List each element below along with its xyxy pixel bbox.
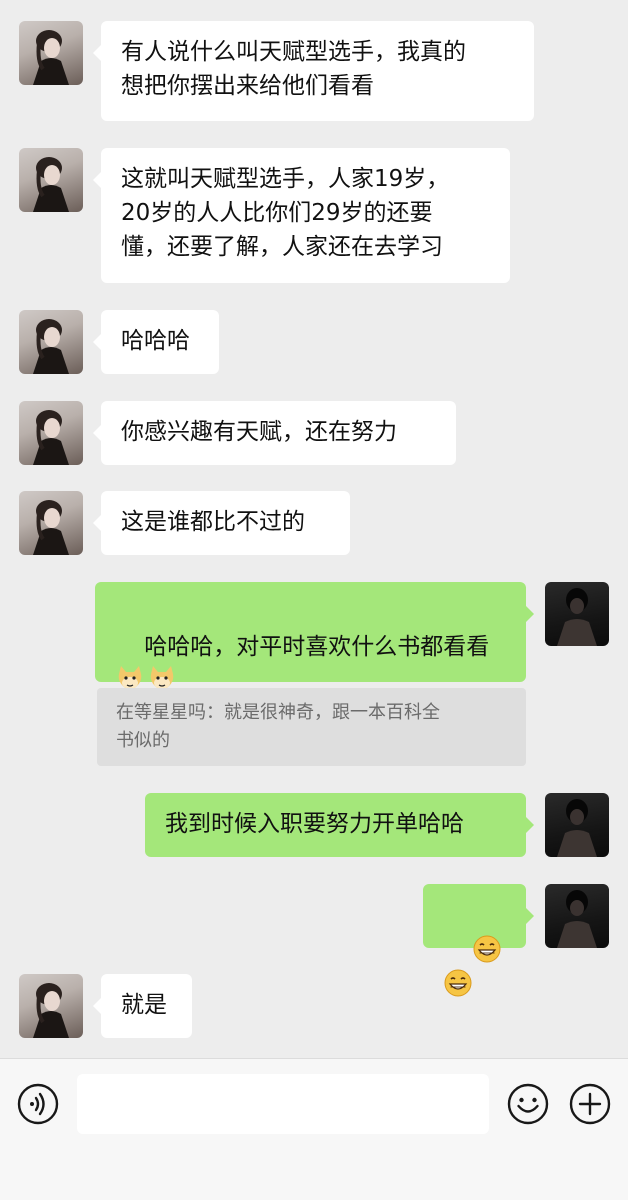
quoted-message[interactable]: 在等星星吗：就是很神奇，跟一本百科全 书似的 — [97, 688, 526, 766]
input-bar — [0, 1058, 628, 1200]
contact-avatar[interactable] — [19, 491, 83, 555]
chat-area: 有人说什么叫天赋型选手，我真的 想把你摆出来给他们看看 这就叫天赋型选手，人家1… — [0, 0, 628, 1058]
message-input[interactable] — [77, 1074, 489, 1134]
message-bubble[interactable]: 哈哈哈 — [93, 310, 219, 374]
message-bubble[interactable]: 就是 — [93, 974, 192, 1038]
message-bubble[interactable]: 你感兴趣有天赋，还在努力 — [93, 401, 456, 465]
plus-button[interactable] — [568, 1082, 612, 1126]
grin-emoji-icon — [472, 934, 502, 964]
my-avatar[interactable] — [545, 884, 609, 948]
message-bubble[interactable]: 哈哈哈，对平时喜欢什么书都看看 — [95, 582, 534, 691]
message-bubble[interactable]: 这是谁都比不过的 — [93, 491, 350, 555]
emoji-icon — [507, 1083, 549, 1125]
message-text: 哈哈哈，对平时喜欢什么书都看看 — [144, 634, 490, 660]
message-bubble[interactable]: 这就叫天赋型选手，人家19岁， 20岁的人人比你们29岁的还要 懂，还要了解，人… — [93, 148, 510, 283]
voice-button[interactable] — [16, 1082, 60, 1126]
contact-avatar[interactable] — [19, 310, 83, 374]
message-bubble[interactable]: 我到时候入职要努力开单哈哈 — [145, 793, 534, 857]
contact-avatar[interactable] — [19, 148, 83, 212]
message-bubble[interactable]: 有人说什么叫天赋型选手，我真的 想把你摆出来给他们看看 — [93, 21, 534, 121]
emoji-button[interactable] — [506, 1082, 550, 1126]
contact-avatar[interactable] — [19, 401, 83, 465]
voice-icon — [17, 1083, 59, 1125]
grin-emoji-icon — [443, 968, 473, 998]
contact-avatar[interactable] — [19, 974, 83, 1038]
plus-icon — [569, 1083, 611, 1125]
my-avatar[interactable] — [545, 793, 609, 857]
message-bubble[interactable] — [423, 884, 534, 997]
contact-avatar[interactable] — [19, 21, 83, 85]
my-avatar[interactable] — [545, 582, 609, 646]
